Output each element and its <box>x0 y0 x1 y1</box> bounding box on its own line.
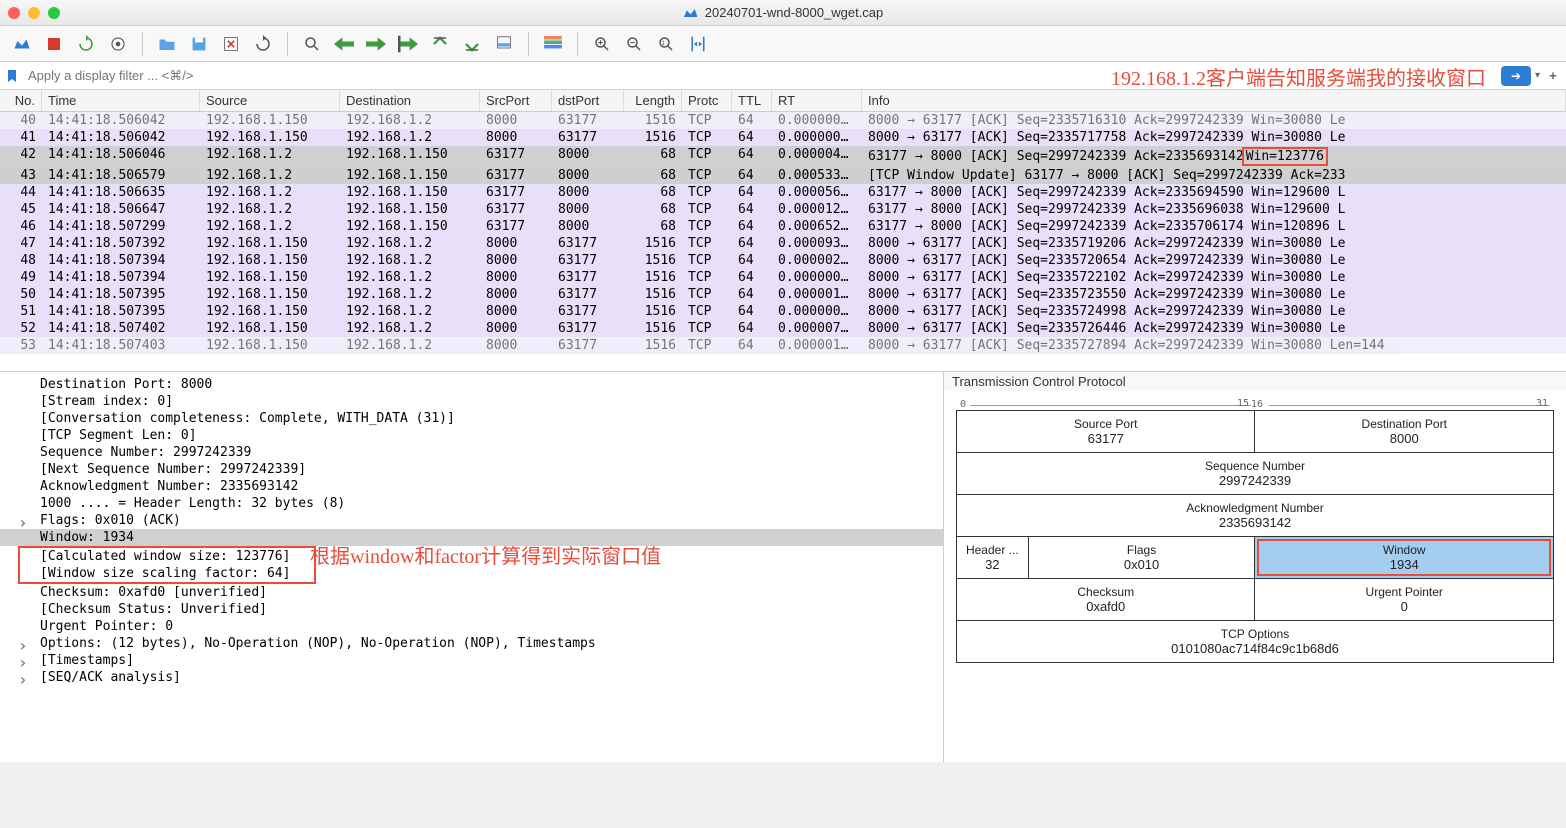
colorize-button[interactable] <box>539 30 567 58</box>
apply-filter-button[interactable]: ➔ <box>1501 66 1531 86</box>
add-filter-button[interactable]: + <box>1544 67 1562 85</box>
annotation-window-calc: 根据window和factor计算得到实际窗口值 <box>310 540 661 569</box>
detail-field[interactable]: [Stream index: 0] <box>0 393 943 410</box>
detail-field[interactable]: Flags: 0x010 (ACK) <box>0 512 943 529</box>
packet-row[interactable]: 4814:41:18.507394192.168.1.150192.168.1.… <box>0 252 1566 269</box>
column-header-destination[interactable]: Destination <box>340 90 480 111</box>
column-header-source[interactable]: Source <box>200 90 340 111</box>
stop-capture-button[interactable] <box>40 30 68 58</box>
column-header-info[interactable]: Info <box>862 90 1566 111</box>
zoom-reset-button[interactable]: 1 <box>652 30 680 58</box>
window-title: 20240701-wnd-8000_wget.cap <box>705 5 884 20</box>
tcp-field-dstport[interactable]: Destination Port8000 <box>1255 411 1554 453</box>
restart-capture-button[interactable] <box>72 30 100 58</box>
zoom-in-button[interactable] <box>588 30 616 58</box>
close-window-button[interactable] <box>8 7 20 19</box>
column-header-ttl[interactable]: TTL <box>732 90 772 111</box>
packet-row[interactable]: 4914:41:18.507394192.168.1.150192.168.1.… <box>0 269 1566 286</box>
packet-row[interactable]: 5314:41:18.507403192.168.1.150192.168.1.… <box>0 337 1566 354</box>
detail-field[interactable]: Acknowledgment Number: 2335693142 <box>0 478 943 495</box>
open-file-button[interactable] <box>153 30 181 58</box>
detail-field[interactable]: Checksum: 0xafd0 [unverified] <box>0 584 943 601</box>
close-file-button[interactable] <box>217 30 245 58</box>
tcp-header-diagram[interactable]: Source Port63177 Destination Port8000 Se… <box>956 410 1554 663</box>
traffic-lights <box>8 7 60 19</box>
packet-list-header[interactable]: No. Time Source Destination SrcPort dstP… <box>0 90 1566 112</box>
tcp-field-checksum[interactable]: Checksum0xafd0 <box>957 579 1255 621</box>
column-header-srcport[interactable]: SrcPort <box>480 90 552 111</box>
detail-field[interactable]: Sequence Number: 2997242339 <box>0 444 943 461</box>
packet-row[interactable]: 5114:41:18.507395192.168.1.150192.168.1.… <box>0 303 1566 320</box>
go-to-packet-button[interactable] <box>394 30 422 58</box>
column-header-protocol[interactable]: Protc <box>682 90 732 111</box>
column-header-time[interactable]: Time <box>42 90 200 111</box>
detail-field[interactable]: 1000 .... = Header Length: 32 bytes (8) <box>0 495 943 512</box>
resize-columns-button[interactable] <box>684 30 712 58</box>
packet-row[interactable]: 4614:41:18.507299192.168.1.2192.168.1.15… <box>0 218 1566 235</box>
packet-row[interactable]: 4014:41:18.506042192.168.1.150192.168.1.… <box>0 112 1566 129</box>
tcp-field-window[interactable]: Window1934 <box>1255 537 1554 579</box>
main-toolbar: 1 <box>0 26 1566 62</box>
tcp-field-flags[interactable]: Flags0x010 <box>1028 537 1255 579</box>
window-titlebar: 20240701-wnd-8000_wget.cap <box>0 0 1566 26</box>
save-file-button[interactable] <box>185 30 213 58</box>
diagram-title: Transmission Control Protocol <box>944 372 1566 391</box>
tcp-field-ack[interactable]: Acknowledgment Number2335693142 <box>957 495 1554 537</box>
detail-field[interactable]: [TCP Segment Len: 0] <box>0 427 943 444</box>
detail-field[interactable]: Destination Port: 8000 <box>0 376 943 393</box>
detail-field[interactable]: [Timestamps] <box>0 652 943 669</box>
detail-field[interactable]: [Checksum Status: Unverified] <box>0 601 943 618</box>
packet-row[interactable]: 4714:41:18.507392192.168.1.150192.168.1.… <box>0 235 1566 252</box>
bookmark-icon[interactable] <box>4 68 20 84</box>
packet-row[interactable]: 4314:41:18.506579192.168.1.2192.168.1.15… <box>0 167 1566 184</box>
maximize-window-button[interactable] <box>48 7 60 19</box>
detail-field[interactable]: [Calculated window size: 123776] <box>40 548 310 565</box>
packet-list-pane[interactable]: No. Time Source Destination SrcPort dstP… <box>0 90 1566 372</box>
auto-scroll-button[interactable] <box>490 30 518 58</box>
column-header-length[interactable]: Length <box>624 90 682 111</box>
tcp-field-srcport[interactable]: Source Port63177 <box>957 411 1255 453</box>
packet-row[interactable]: 4114:41:18.506042192.168.1.150192.168.1.… <box>0 129 1566 146</box>
detail-field[interactable]: Urgent Pointer: 0 <box>0 618 943 635</box>
packet-row[interactable]: 4214:41:18.506046192.168.1.2192.168.1.15… <box>0 146 1566 167</box>
tcp-field-options[interactable]: TCP Options0101080ac714f84c9c1b68d6 <box>957 621 1554 663</box>
column-header-rt[interactable]: RT <box>772 90 862 111</box>
go-forward-button[interactable] <box>362 30 390 58</box>
start-capture-button[interactable] <box>8 30 36 58</box>
detail-field[interactable]: Options: (12 bytes), No-Operation (NOP),… <box>0 635 943 652</box>
go-back-button[interactable] <box>330 30 358 58</box>
packet-row[interactable]: 4514:41:18.506647192.168.1.2192.168.1.15… <box>0 201 1566 218</box>
wireshark-icon <box>683 5 699 21</box>
packet-row[interactable]: 4414:41:18.506635192.168.1.2192.168.1.15… <box>0 184 1566 201</box>
tcp-field-urgent[interactable]: Urgent Pointer0 <box>1255 579 1554 621</box>
zoom-out-button[interactable] <box>620 30 648 58</box>
go-first-button[interactable] <box>426 30 454 58</box>
tcp-bit-ruler: 0 15 16 31 <box>956 399 1554 410</box>
go-last-button[interactable] <box>458 30 486 58</box>
column-header-dstport[interactable]: dstPort <box>552 90 624 111</box>
packet-row[interactable]: 5214:41:18.507402192.168.1.150192.168.1.… <box>0 320 1566 337</box>
packet-diagram-pane[interactable]: Transmission Control Protocol 0 15 16 31… <box>944 372 1566 762</box>
tcp-field-hdrlen[interactable]: Header ...32 <box>957 537 1029 579</box>
detail-field[interactable]: [SEQ/ACK analysis] <box>0 669 943 686</box>
detail-field[interactable]: [Conversation completeness: Complete, WI… <box>0 410 943 427</box>
packet-row[interactable]: 5014:41:18.507395192.168.1.150192.168.1.… <box>0 286 1566 303</box>
detail-field[interactable]: [Next Sequence Number: 2997242339] <box>0 461 943 478</box>
capture-options-button[interactable] <box>104 30 132 58</box>
column-header-no[interactable]: No. <box>0 90 42 111</box>
tcp-field-seq[interactable]: Sequence Number2997242339 <box>957 453 1554 495</box>
minimize-window-button[interactable] <box>28 7 40 19</box>
reload-file-button[interactable] <box>249 30 277 58</box>
detail-field[interactable]: [Window size scaling factor: 64] <box>40 565 310 582</box>
find-packet-button[interactable] <box>298 30 326 58</box>
packet-details-pane[interactable]: Destination Port: 8000[Stream index: 0][… <box>0 372 944 762</box>
svg-text:1: 1 <box>662 40 666 46</box>
annotation-receiver-window: 192.168.1.2客户端告知服务端我的接收窗口 <box>1111 62 1486 91</box>
